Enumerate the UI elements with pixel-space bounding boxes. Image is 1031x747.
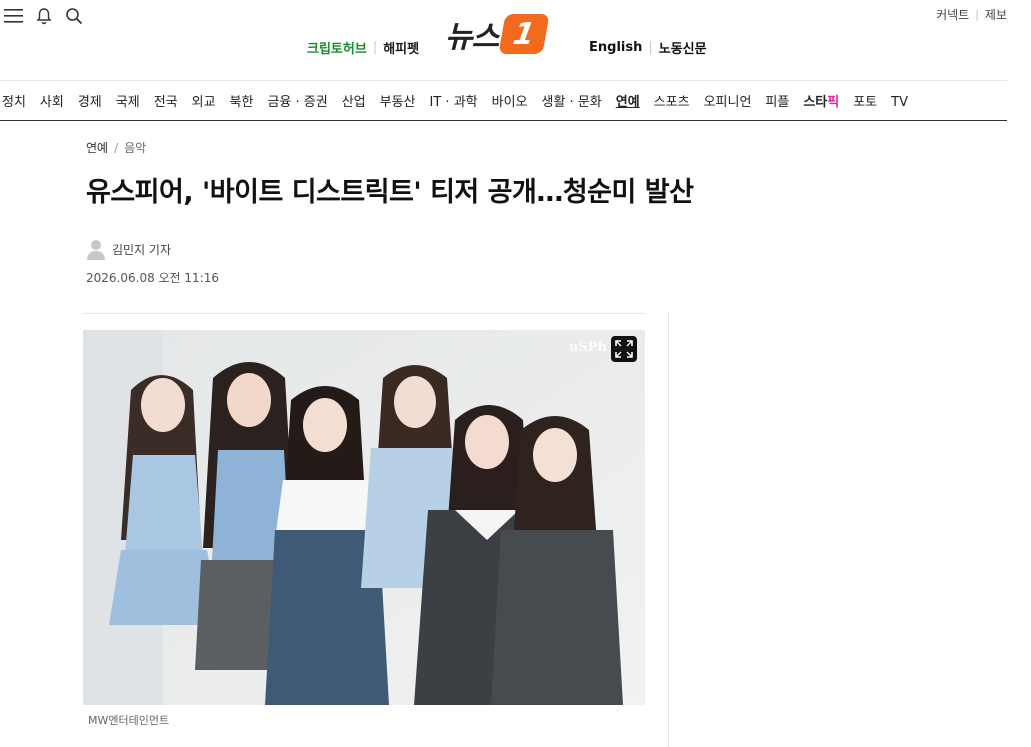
separator: | [648,40,653,55]
menu-icon[interactable] [4,6,24,26]
star-pick-main: 스타 [803,95,828,110]
nav-item-opinion[interactable]: 오피니언 [704,93,761,113]
nav-item-economy[interactable]: 경제 [78,93,111,113]
news1-logo[interactable]: 뉴스 1 [445,12,550,56]
bell-icon[interactable] [34,6,54,26]
partner-links-right: English | 노동신문 [589,38,707,57]
breadcrumb-separator: / [114,140,119,155]
nav-item-north-korea[interactable]: 북한 [230,93,263,113]
star-pick-accent: 픽 [827,95,840,110]
nav-item-life-culture[interactable]: 생활 · 문화 [542,93,611,113]
author-name[interactable]: 김민지 기자 [112,241,171,258]
header-divider [0,80,1007,81]
partner-links-left: 크립토허브 | 해피펫 [307,38,419,57]
photo-caption: MW엔터테인먼트 [88,714,170,727]
article-title: 유스피어, '바이트 디스트릭트' 티저 공개…청순미 발산 [86,177,694,208]
photo-watermark: uSPh [568,340,607,355]
nav-item-tv[interactable]: TV [891,93,917,113]
author-avatar-icon [86,238,106,260]
nav-item-society[interactable]: 사회 [40,93,73,113]
published-date: 2026.06.08 오전 11:16 [86,271,219,285]
connect-link[interactable]: 커넥트 [936,6,969,23]
header-icons [4,6,84,26]
nav-item-star-pick[interactable]: 스타픽 [803,93,848,113]
nav-item-sports[interactable]: 스포츠 [654,93,699,113]
nav-item-industry[interactable]: 산업 [342,93,375,113]
sidebar-divider [668,313,669,747]
byline: 김민지 기자 [86,238,171,260]
breadcrumb: 연예 / 음악 [86,139,146,156]
nav-item-real-estate[interactable]: 부동산 [380,93,425,113]
nav-item-photo[interactable]: 포토 [853,93,886,113]
content-divider [83,313,645,314]
crypto-hub-link[interactable]: 크립토허브 [307,38,367,57]
breadcrumb-section[interactable]: 연예 [86,139,108,156]
separator: | [372,40,378,55]
nav-item-finance[interactable]: 금융 · 증권 [267,93,336,113]
search-icon[interactable] [64,6,84,26]
expand-icon[interactable] [611,336,637,362]
english-link[interactable]: English [589,40,642,55]
nav-item-entertainment[interactable]: 연예 [616,93,649,113]
nav-item-national[interactable]: 전국 [154,93,187,113]
nav-item-world[interactable]: 국제 [116,93,149,113]
report-link[interactable]: 제보 [985,6,1007,23]
article-photo[interactable]: uSPh [83,330,645,705]
happypet-link[interactable]: 해피펫 [383,38,419,57]
logo-word: 뉴스 [445,20,499,55]
nav-item-it-science[interactable]: IT · 과학 [430,93,487,113]
nav-item-bio[interactable]: 바이오 [492,93,537,113]
main-nav: 정치 사회 경제 국제 전국 외교 북한 금융 · 증권 산업 부동산 IT ·… [2,93,922,113]
separator: | [975,8,979,21]
logo-one-badge: 1 [498,14,550,54]
nav-item-diplomacy[interactable]: 외교 [192,93,225,113]
group-photo-illustration [83,330,645,705]
nav-divider [0,120,1007,121]
nav-item-politics[interactable]: 정치 [2,93,35,113]
breadcrumb-subsection[interactable]: 음악 [124,139,146,156]
labor-news-link[interactable]: 노동신문 [659,38,707,57]
utility-links: 커넥트 | 제보 [936,6,1007,23]
nav-item-people[interactable]: 피플 [765,93,798,113]
